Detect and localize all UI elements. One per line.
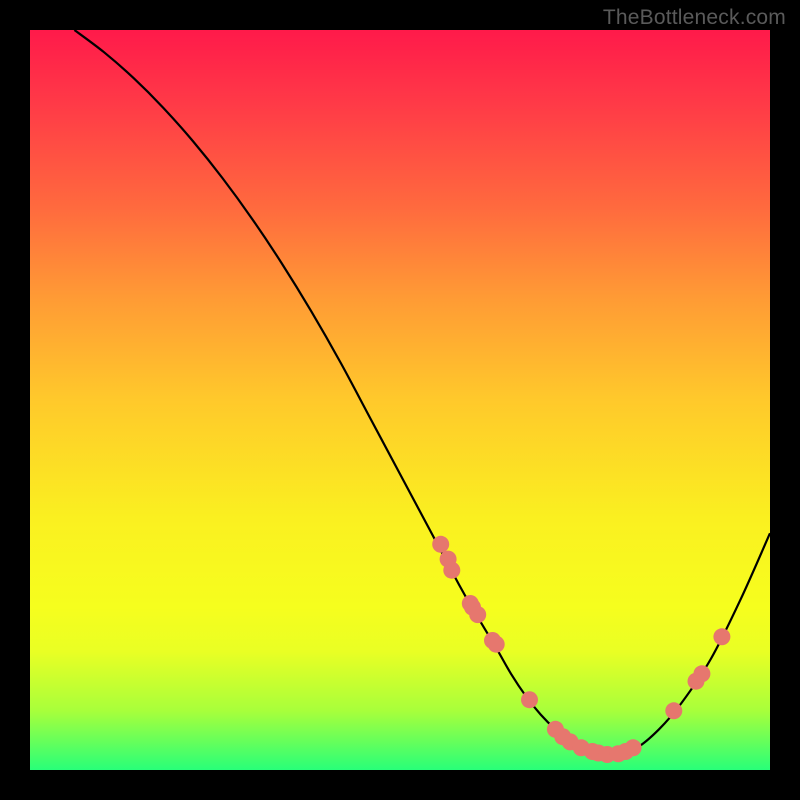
data-point [713, 628, 730, 645]
data-point [625, 739, 642, 756]
data-point [665, 702, 682, 719]
data-point [521, 691, 538, 708]
bottleneck-curve [74, 30, 770, 755]
data-point [488, 636, 505, 653]
data-point [443, 562, 460, 579]
data-point [693, 665, 710, 682]
data-points [432, 536, 730, 763]
credit-text: TheBottleneck.com [603, 6, 786, 30]
chart-svg [30, 30, 770, 770]
data-point [432, 536, 449, 553]
data-point [469, 606, 486, 623]
chart-area [30, 30, 770, 770]
